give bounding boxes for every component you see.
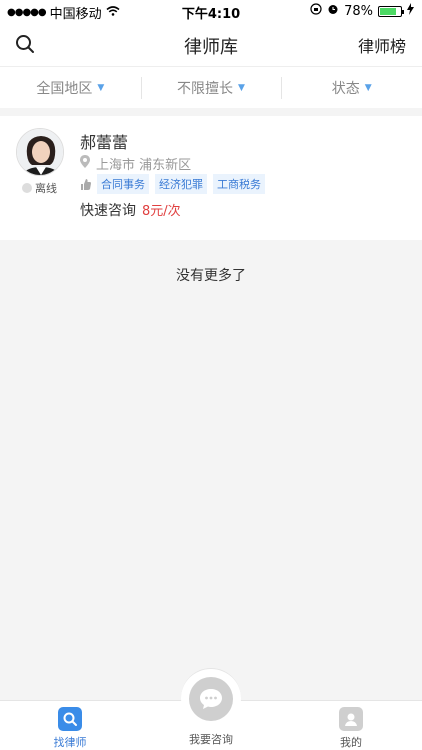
tab-mine[interactable]: 我的	[321, 707, 381, 750]
alarm-icon	[327, 3, 339, 19]
ranking-button[interactable]: 律师榜	[358, 33, 406, 57]
consult-button[interactable]	[181, 668, 241, 728]
filter-label: 不限擅长	[177, 80, 234, 97]
lawyer-card[interactable]: 离线 郝蕾蕾 上海市 浦东新区 合同事务 经济犯罪 工商税务 快速咨询 8元/次	[0, 116, 422, 240]
search-icon	[58, 707, 82, 731]
consult-label: 快速咨询	[80, 203, 136, 219]
quick-consult[interactable]: 快速咨询 8元/次	[80, 200, 181, 220]
tab-label: 我的	[340, 736, 362, 749]
expertise-tag: 工商税务	[213, 174, 265, 194]
chevron-down-icon: ▼	[364, 82, 372, 93]
filter-label: 全国地区	[36, 80, 93, 97]
filter-status[interactable]: 状态 ▼	[281, 67, 422, 108]
status-bar: ●●●●● 中国移动 下午4:10 78%	[0, 0, 422, 22]
avatar[interactable]	[16, 128, 64, 176]
user-icon	[339, 707, 363, 731]
expertise-tag: 经济犯罪	[155, 174, 207, 194]
rotation-lock-icon	[310, 3, 322, 19]
location-label: 上海市 浦东新区	[96, 158, 192, 173]
status-label: 离线	[35, 182, 57, 195]
nav-bar: 律师库 律师榜	[0, 22, 422, 66]
status-dot-icon	[22, 183, 32, 193]
filter-expertise[interactable]: 不限擅长 ▼	[140, 67, 282, 108]
battery-percent: 78%	[344, 3, 373, 19]
consult-price: 8元/次	[142, 204, 181, 219]
tab-bar: 找律师 我要咨询 我的	[0, 668, 422, 750]
battery-icon	[378, 5, 404, 17]
expertise-tags: 合同事务 经济犯罪 工商税务	[80, 174, 265, 194]
filter-region[interactable]: 全国地区 ▼	[0, 67, 141, 108]
online-status: 离线	[22, 180, 57, 196]
chevron-down-icon: ▼	[238, 82, 245, 93]
location-row: 上海市 浦东新区	[80, 154, 191, 173]
filter-bar: 全国地区 ▼ 不限擅长 ▼ 状态 ▼	[0, 66, 422, 108]
location-pin-icon	[80, 155, 90, 172]
expertise-tag: 合同事务	[97, 174, 149, 194]
chat-bubble-icon	[189, 677, 233, 721]
lawyer-name: 郝蕾蕾	[80, 133, 129, 152]
chevron-down-icon: ▼	[97, 82, 105, 93]
filter-label: 状态	[331, 80, 360, 97]
end-of-list-text: 没有更多了	[176, 268, 246, 284]
charging-icon	[407, 3, 414, 19]
thumbs-up-icon	[80, 175, 91, 194]
